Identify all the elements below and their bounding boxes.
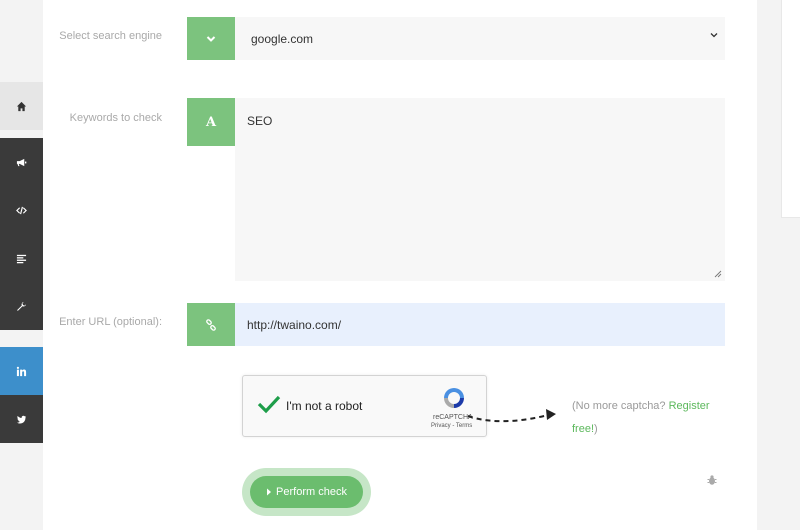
engine-addon[interactable] [187, 17, 235, 60]
recaptcha-widget: I'm not a robot reCAPTCHA Privacy - Term… [242, 375, 487, 437]
resize-grip-icon[interactable] [714, 270, 722, 278]
checkmark-icon[interactable] [257, 394, 281, 414]
register-promo: (No more captcha? Register free!) [572, 395, 732, 441]
engine-select[interactable]: google.com [235, 17, 725, 60]
wrench-icon [17, 301, 27, 311]
code-icon [16, 206, 27, 214]
url-addon [187, 303, 235, 346]
rail-item-linkedin[interactable] [0, 347, 43, 395]
twitter-icon [16, 415, 27, 424]
text-type-icon: A [205, 114, 217, 130]
align-left-icon [16, 254, 27, 263]
keywords-label: Keywords to check [69, 112, 162, 124]
keywords-value: SEO [247, 114, 273, 128]
perform-check-wrapper: Perform check [242, 468, 371, 516]
engine-value: google.com [251, 31, 314, 46]
link-icon [206, 318, 216, 331]
captcha-label: I'm not a robot [286, 399, 363, 413]
rail-item-text[interactable] [0, 234, 43, 282]
linkedin-icon [16, 366, 27, 376]
promo-close: ) [594, 423, 598, 435]
bug-icon[interactable] [706, 474, 718, 486]
chevron-down-icon [206, 35, 216, 42]
rail-item-code[interactable] [0, 186, 43, 234]
perform-check-button[interactable]: Perform check [250, 476, 363, 508]
perform-check-label: Perform check [276, 486, 347, 498]
recaptcha-logo-icon [444, 388, 464, 408]
caret-right-icon [267, 488, 272, 496]
keywords-textarea[interactable]: SEO [235, 98, 725, 281]
select-caret-icon [710, 33, 718, 38]
engine-label: Select search engine [59, 30, 162, 42]
url-value: http://twaino.com/ [247, 317, 342, 332]
side-panel [781, 0, 800, 218]
url-input[interactable]: http://twaino.com/ [235, 303, 725, 346]
keywords-addon: A [187, 98, 235, 146]
rail-item-megaphone[interactable] [0, 138, 43, 186]
rail-item-twitter[interactable] [0, 395, 43, 443]
dashed-arrow-icon [467, 409, 556, 423]
promo-text: (No more captcha? [572, 400, 669, 412]
url-label: Enter URL (optional): [59, 316, 162, 328]
megaphone-icon [16, 158, 27, 166]
